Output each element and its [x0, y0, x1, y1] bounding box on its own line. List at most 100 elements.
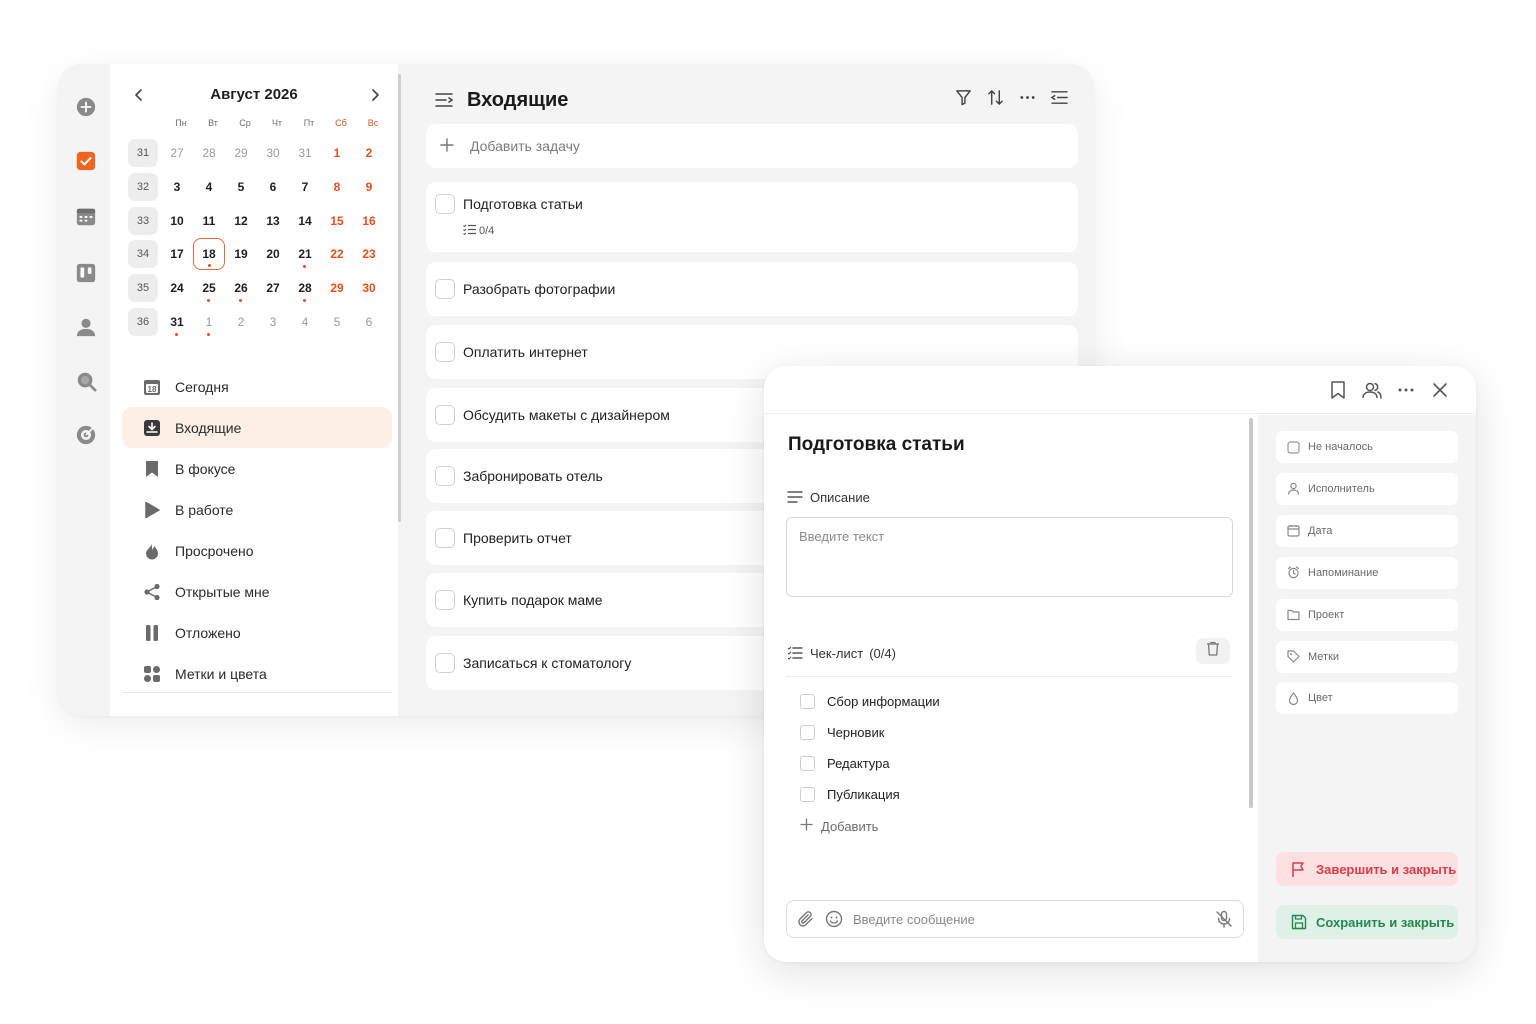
sidebar-item[interactable]: Входящие [122, 407, 392, 448]
add-checklist-item-button[interactable]: Добавить [800, 818, 878, 834]
property-status-checkbox[interactable]: Не началось [1276, 431, 1458, 463]
checklist-checkbox[interactable] [800, 724, 815, 740]
add-task-button[interactable]: Добавить задачу [426, 124, 1078, 168]
calendar-day[interactable]: 28 [289, 272, 321, 304]
chevron-right-icon[interactable] [364, 84, 386, 106]
save-close-button[interactable]: Сохранить и закрыть [1276, 905, 1458, 939]
sidebar-item[interactable]: Метки и цвета [122, 653, 392, 694]
calendar-day[interactable]: 16 [353, 205, 385, 237]
kanban-icon[interactable] [74, 261, 98, 285]
search-icon[interactable] [74, 369, 98, 393]
calendar-day[interactable]: 1 [193, 306, 225, 338]
calendar-day[interactable]: 4 [289, 306, 321, 338]
calendar-day[interactable]: 11 [193, 205, 225, 237]
calendar-day[interactable]: 27 [257, 272, 289, 304]
calendar-day[interactable]: 7 [289, 171, 321, 203]
task-checkbox[interactable] [435, 466, 455, 486]
calendar-day[interactable]: 31 [289, 137, 321, 169]
checklist-item[interactable]: Сбор информации [800, 691, 940, 711]
calendar-day[interactable]: 10 [161, 205, 193, 237]
task-checkbox[interactable] [435, 405, 455, 425]
calendar-day[interactable]: 17 [161, 238, 193, 270]
sort-icon[interactable] [986, 88, 1004, 106]
checklist-checkbox[interactable] [800, 693, 815, 709]
sidebar-item[interactable]: Просрочено [122, 530, 392, 571]
detail-scrollbar[interactable] [1249, 418, 1253, 808]
calendar-day[interactable]: 13 [257, 205, 289, 237]
task-checkbox[interactable] [435, 653, 455, 673]
close-icon[interactable] [1430, 380, 1450, 400]
message-input[interactable]: Введите сообщение [786, 900, 1244, 938]
today-cell[interactable]: 18 [193, 238, 225, 271]
sidebar-item[interactable]: 18 Сегодня [122, 366, 392, 407]
task-item[interactable]: 0/4 Подготовка статьи [426, 182, 1078, 252]
calendar-day[interactable]: 6 [257, 171, 289, 203]
calendar-day[interactable]: 2 [353, 137, 385, 169]
calendar-day[interactable]: 14 [289, 205, 321, 237]
description-textarea[interactable]: Введите текст [786, 517, 1233, 597]
calendar-day[interactable]: 5 [321, 306, 353, 338]
checkbox-icon[interactable] [74, 149, 98, 173]
sidebar-item[interactable]: В работе [122, 489, 392, 530]
calendar-day[interactable]: 20 [257, 238, 289, 270]
calendar-day[interactable]: 2 [225, 306, 257, 338]
property-user[interactable]: Исполнитель [1276, 472, 1458, 505]
sidebar-item[interactable]: В фокусе [122, 448, 392, 489]
property-tag[interactable]: Метки [1276, 640, 1458, 673]
more-icon[interactable] [1018, 88, 1036, 106]
task-checkbox[interactable] [435, 342, 455, 362]
calendar-day[interactable]: 24 [161, 272, 193, 304]
calendar-day[interactable]: 15 [321, 205, 353, 237]
calendar-day[interactable]: 22 [321, 238, 353, 270]
calendar-day[interactable]: 28 [193, 137, 225, 169]
mic-off-icon[interactable] [1213, 908, 1235, 930]
calendar-day[interactable]: 4 [193, 171, 225, 203]
sidebar-item[interactable]: Открытые мне [122, 571, 392, 612]
calendar-day[interactable]: 21 [289, 238, 321, 270]
members-icon[interactable] [1362, 380, 1382, 400]
task-checkbox[interactable] [435, 590, 455, 610]
calendar-day[interactable]: 31 [161, 306, 193, 338]
panel-toggle-icon[interactable] [1050, 88, 1068, 106]
property-calendar[interactable]: Дата [1276, 514, 1458, 547]
calendar-day[interactable]: 25 [193, 272, 225, 304]
calendar-day[interactable]: 1 [321, 137, 353, 169]
calendar-day[interactable]: 3 [161, 171, 193, 203]
calendar-day[interactable]: 6 [353, 306, 385, 338]
checklist-checkbox[interactable] [800, 756, 815, 772]
calendar-day[interactable]: 27 [161, 137, 193, 169]
user-icon[interactable] [74, 315, 98, 339]
bookmark-icon[interactable] [1328, 380, 1348, 400]
calendar-day[interactable]: 5 [225, 171, 257, 203]
calendar-day[interactable]: 19 [225, 238, 257, 270]
checklist-item[interactable]: Редактура [800, 754, 890, 774]
task-checkbox[interactable] [435, 194, 455, 214]
calendar-day[interactable]: 3 [257, 306, 289, 338]
checklist-item[interactable]: Публикация [800, 785, 900, 805]
checklist-checkbox[interactable] [800, 787, 815, 803]
property-folder[interactable]: Проект [1276, 598, 1458, 631]
calendar-day[interactable]: 30 [353, 272, 385, 304]
calendar-day[interactable]: 30 [257, 137, 289, 169]
property-drop[interactable]: Цвет [1276, 682, 1458, 715]
calendar-day[interactable]: 23 [353, 238, 385, 270]
target-icon[interactable] [74, 423, 98, 447]
emoji-icon[interactable] [823, 908, 845, 930]
task-item[interactable]: Разобрать фотографии [426, 262, 1078, 316]
calendar-day[interactable]: 12 [225, 205, 257, 237]
calendar-day[interactable]: 29 [321, 272, 353, 304]
more-icon[interactable] [1396, 380, 1416, 400]
calendar-grid-icon[interactable] [74, 205, 98, 229]
calendar-day[interactable]: 9 [353, 171, 385, 203]
delete-checklist-button[interactable] [1196, 638, 1230, 664]
finish-close-button[interactable]: Завершить и закрыть [1276, 852, 1458, 886]
calendar-day[interactable]: 8 [321, 171, 353, 203]
calendar-day[interactable]: 26 [225, 272, 257, 304]
checklist-item[interactable]: Черновик [800, 722, 884, 742]
property-alarm[interactable]: Напоминание [1276, 556, 1458, 589]
paperclip-icon[interactable] [795, 908, 817, 930]
task-checkbox[interactable] [435, 279, 455, 299]
calendar-day[interactable]: 29 [225, 137, 257, 169]
filter-icon[interactable] [954, 88, 972, 106]
sidebar-toggle-icon[interactable] [435, 92, 453, 108]
